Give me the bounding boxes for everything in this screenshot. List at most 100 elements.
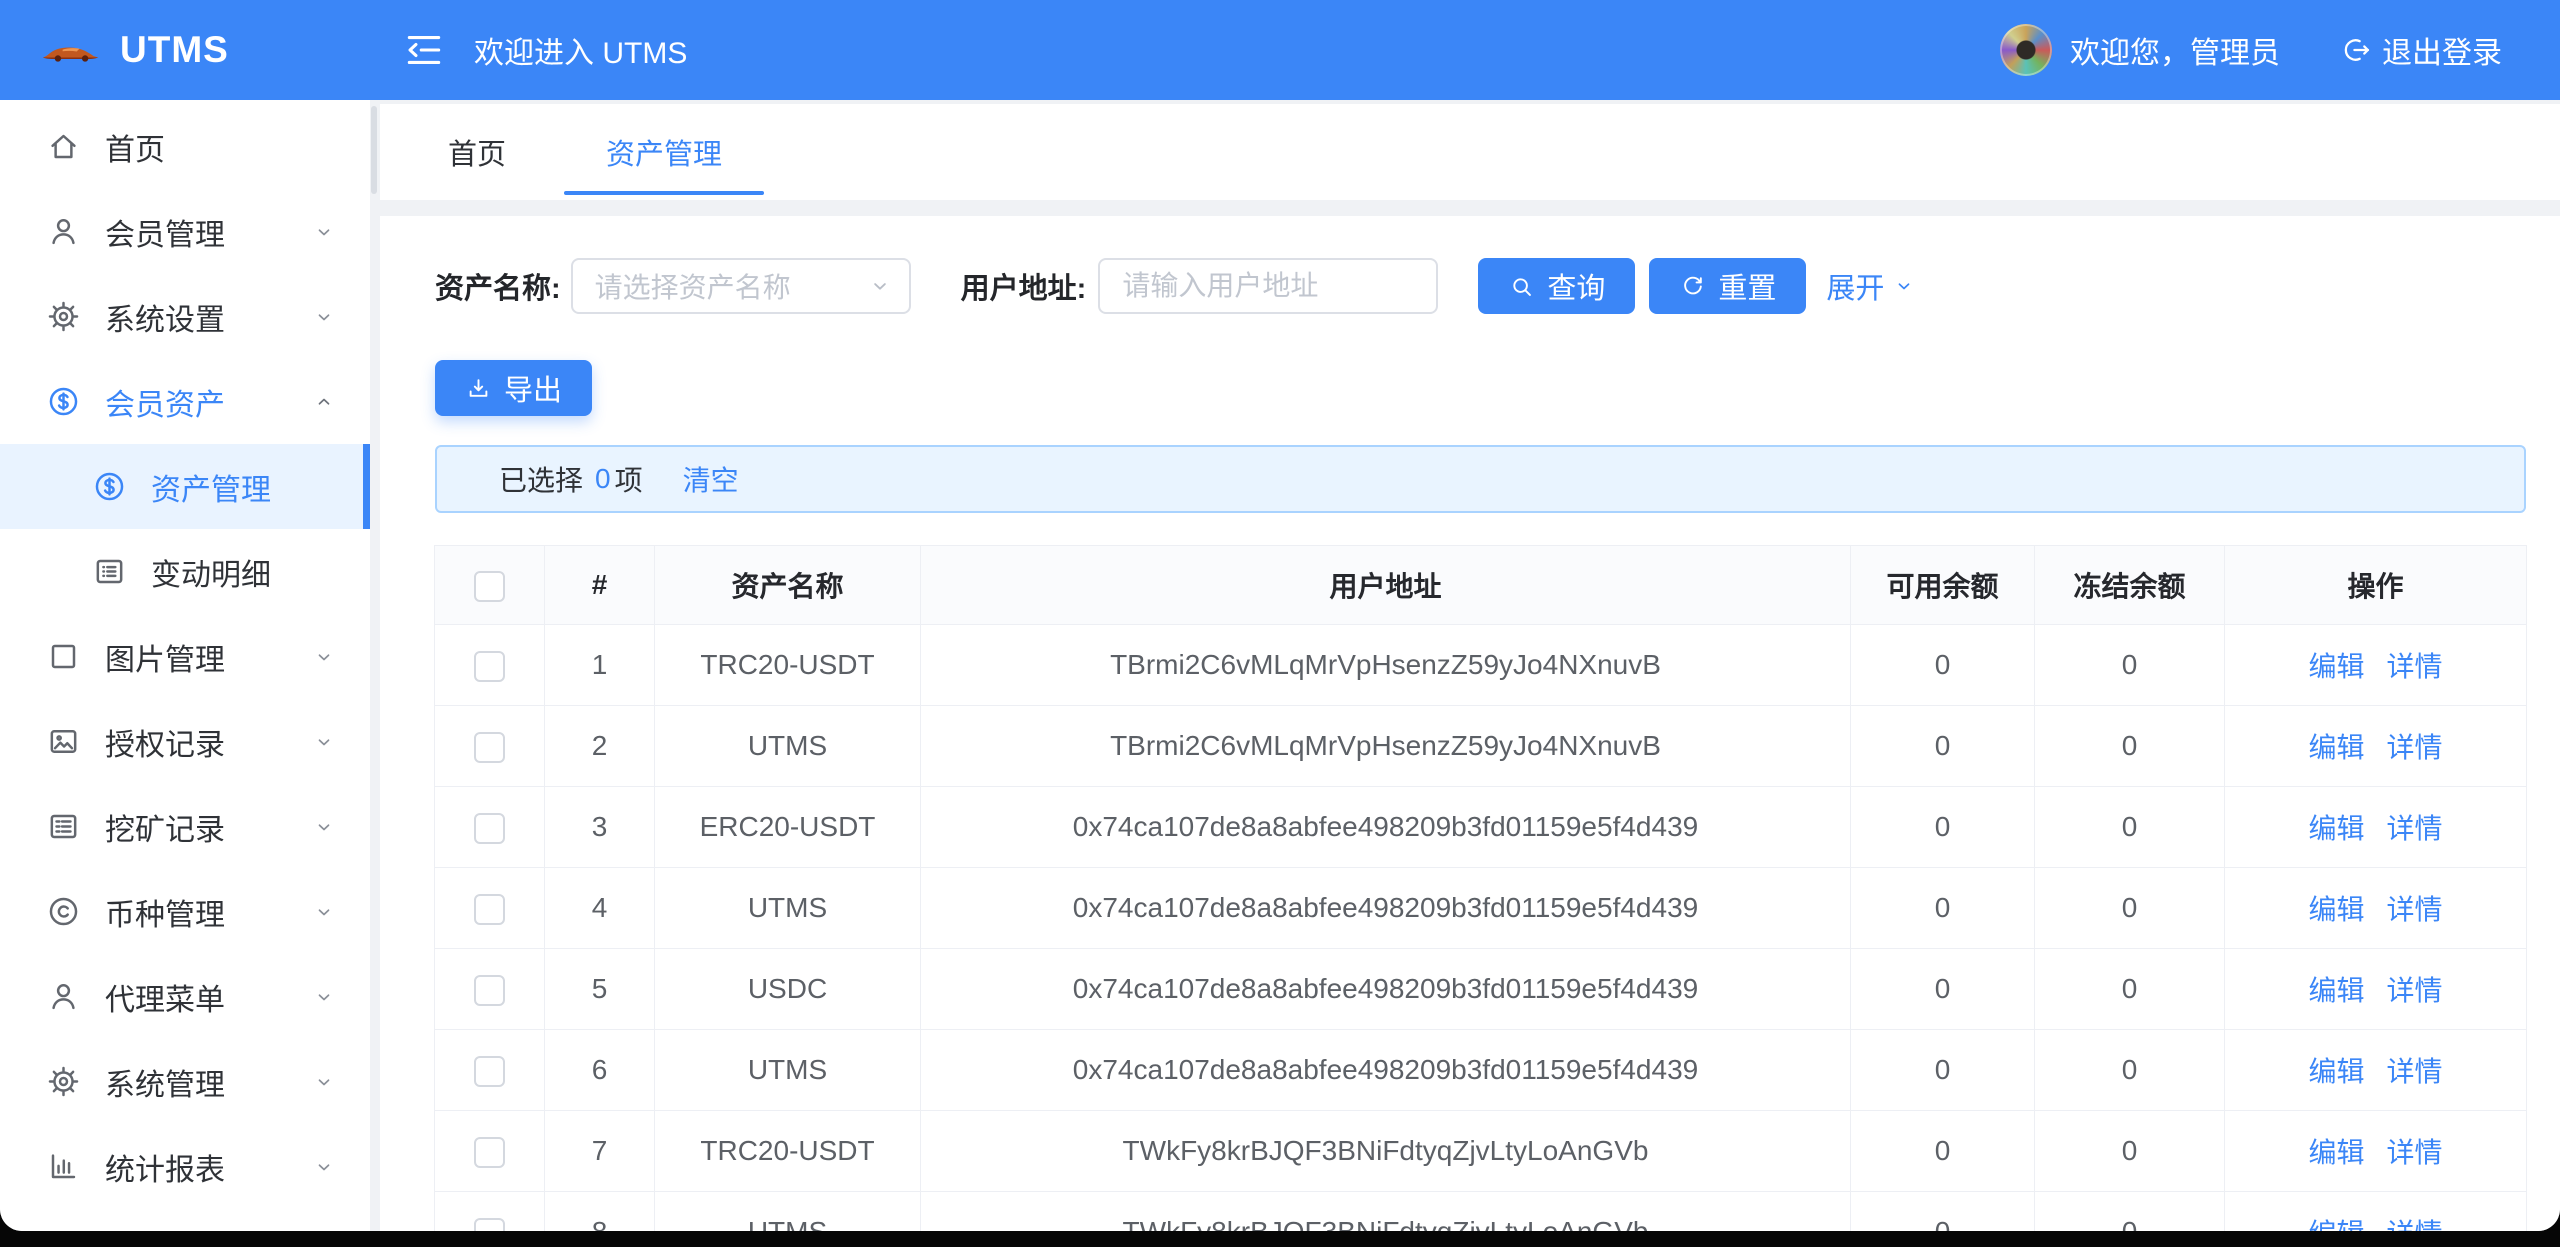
row-checkbox[interactable]: [474, 732, 505, 763]
available-balance: 0: [1851, 1111, 2035, 1192]
edit-link[interactable]: 编辑: [2308, 1218, 2364, 1231]
details-link[interactable]: 详情: [2387, 894, 2443, 925]
table-row: 2UTMSTBrmi2C6vMLqMrVpHsenzZ59yJo4NXnuvB0…: [435, 706, 2527, 787]
frozen-balance: 0: [2035, 706, 2225, 787]
sidebar-item-member-management[interactable]: 会员管理: [0, 189, 370, 274]
chevron-down-icon: [312, 985, 336, 1009]
column-header: 用户地址: [921, 546, 1851, 625]
dollar-circle-icon: [46, 384, 81, 419]
frozen-balance: 0: [2035, 1192, 2225, 1232]
edit-link[interactable]: 编辑: [2308, 1056, 2364, 1087]
main-content: 首页资产管理 资产名称: 请选择资产名称 用户地址: 查询 重置: [380, 100, 2560, 1231]
table-row: 1TRC20-USDTTBrmi2C6vMLqMrVpHsenzZ59yJo4N…: [435, 625, 2527, 706]
edit-link[interactable]: 编辑: [2308, 975, 2364, 1006]
sidebar-item-statistics-report[interactable]: 统计报表: [0, 1124, 370, 1209]
header-user-area: 欢迎您，管理员 退出登录: [2000, 24, 2560, 76]
sidebar-item-asset-management[interactable]: 资产管理: [0, 444, 370, 529]
edit-link[interactable]: 编辑: [2308, 813, 2364, 844]
brand-title: UTMS: [120, 29, 229, 71]
expand-link[interactable]: 展开: [1826, 265, 1916, 307]
menu-fold-icon[interactable]: [402, 28, 446, 72]
table-row: 5USDC0x74ca107de8a8abfee498209b3fd01159e…: [435, 949, 2527, 1030]
edit-link[interactable]: 编辑: [2308, 651, 2364, 682]
details-link[interactable]: 详情: [2387, 1137, 2443, 1168]
search-button[interactable]: 查询: [1478, 258, 1635, 314]
sidebar-item-label: 图片管理: [105, 635, 225, 679]
asset-name: UTMS: [655, 1030, 921, 1111]
row-checkbox[interactable]: [474, 975, 505, 1006]
user-icon: [46, 214, 81, 249]
details-link[interactable]: 详情: [2387, 1056, 2443, 1087]
sidebar-item-label: 资产管理: [151, 465, 271, 509]
row-checkbox[interactable]: [474, 1137, 505, 1168]
sidebar-item-home[interactable]: 首页: [0, 104, 370, 189]
sidebar-item-label: 代理菜单: [105, 975, 225, 1019]
row-index: 2: [545, 706, 655, 787]
sidebar-item-label: 统计报表: [105, 1145, 225, 1189]
sidebar-item-image-management[interactable]: 图片管理: [0, 614, 370, 699]
logout-button[interactable]: 退出登录: [2340, 28, 2502, 72]
details-link[interactable]: 详情: [2387, 813, 2443, 844]
square-icon: [46, 639, 81, 674]
sidebar-item-label: 系统管理: [105, 1060, 225, 1104]
sidebar-item-member-assets[interactable]: 会员资产: [0, 359, 370, 444]
sidebar-item-change-details[interactable]: 变动明细: [0, 529, 370, 614]
sidebar-item-label: 会员资产: [105, 380, 225, 424]
clear-selection-link[interactable]: 清空: [683, 459, 739, 499]
user-address-input[interactable]: [1098, 258, 1438, 314]
frozen-balance: 0: [2035, 787, 2225, 868]
available-balance: 0: [1851, 1192, 2035, 1232]
row-actions: 编辑详情: [2225, 868, 2527, 949]
row-index: 4: [545, 868, 655, 949]
user-address: 0x74ca107de8a8abfee498209b3fd01159e5f4d4…: [921, 1030, 1851, 1111]
sidebar-item-system-settings[interactable]: 系统设置: [0, 274, 370, 359]
sidebar-scrollbar-thumb[interactable]: [371, 106, 377, 194]
selection-count: 0: [595, 463, 611, 495]
available-balance: 0: [1851, 787, 2035, 868]
user-address: TWkFy8krBJQF3BNiFdtyqZjvLtyLoAnGVb: [921, 1111, 1851, 1192]
row-checkbox[interactable]: [474, 1056, 505, 1087]
edit-link[interactable]: 编辑: [2308, 1137, 2364, 1168]
asset-name: TRC20-USDT: [655, 1111, 921, 1192]
reset-button[interactable]: 重置: [1649, 258, 1806, 314]
chevron-down-icon: [312, 730, 336, 754]
row-checkbox[interactable]: [474, 813, 505, 844]
details-link[interactable]: 详情: [2387, 651, 2443, 682]
car-logo-icon: [42, 37, 102, 64]
asset-name: ERC20-USDT: [655, 787, 921, 868]
select-all-checkbox[interactable]: [474, 571, 505, 602]
table-row: 3ERC20-USDT0x74ca107de8a8abfee498209b3fd…: [435, 787, 2527, 868]
bar-chart-icon: [46, 1149, 81, 1184]
export-button[interactable]: 导出: [435, 360, 592, 416]
row-checkbox[interactable]: [474, 894, 505, 925]
available-balance: 0: [1851, 868, 2035, 949]
sidebar-item-label: 会员管理: [105, 210, 225, 254]
user-address: 0x74ca107de8a8abfee498209b3fd01159e5f4d4…: [921, 787, 1851, 868]
sidebar-item-system-management[interactable]: 系统管理: [0, 1039, 370, 1124]
sidebar-item-authorization-records[interactable]: 授权记录: [0, 699, 370, 784]
list-detail-icon: [92, 554, 127, 589]
column-header: 资产名称: [655, 546, 921, 625]
row-checkbox[interactable]: [474, 1218, 505, 1231]
sidebar-item-agent-menu[interactable]: 代理菜单: [0, 954, 370, 1039]
edit-link[interactable]: 编辑: [2308, 732, 2364, 763]
details-link[interactable]: 详情: [2387, 1218, 2443, 1231]
asset-name-select[interactable]: 请选择资产名称: [571, 258, 911, 314]
edit-link[interactable]: 编辑: [2308, 894, 2364, 925]
image-icon: [46, 724, 81, 759]
column-header: 操作: [2225, 546, 2527, 625]
expand-link-label: 展开: [1826, 265, 1884, 307]
row-checkbox[interactable]: [474, 651, 505, 682]
sidebar-item-mining-records[interactable]: 挖矿记录: [0, 784, 370, 869]
tab-home[interactable]: 首页: [448, 104, 506, 200]
tab-asset-management[interactable]: 资产管理: [564, 104, 764, 200]
details-link[interactable]: 详情: [2387, 732, 2443, 763]
chevron-down-icon: [312, 645, 336, 669]
row-index: 5: [545, 949, 655, 1030]
chevron-up-icon: [312, 390, 336, 414]
app-window: UTMS 欢迎进入 UTMS 欢迎您，管理员 退出登录 首页会员管理系统设置会员…: [0, 0, 2560, 1231]
table-row: 6UTMS0x74ca107de8a8abfee498209b3fd01159e…: [435, 1030, 2527, 1111]
sidebar-item-currency-management[interactable]: 币种管理: [0, 869, 370, 954]
details-link[interactable]: 详情: [2387, 975, 2443, 1006]
avatar[interactable]: [2000, 24, 2052, 76]
